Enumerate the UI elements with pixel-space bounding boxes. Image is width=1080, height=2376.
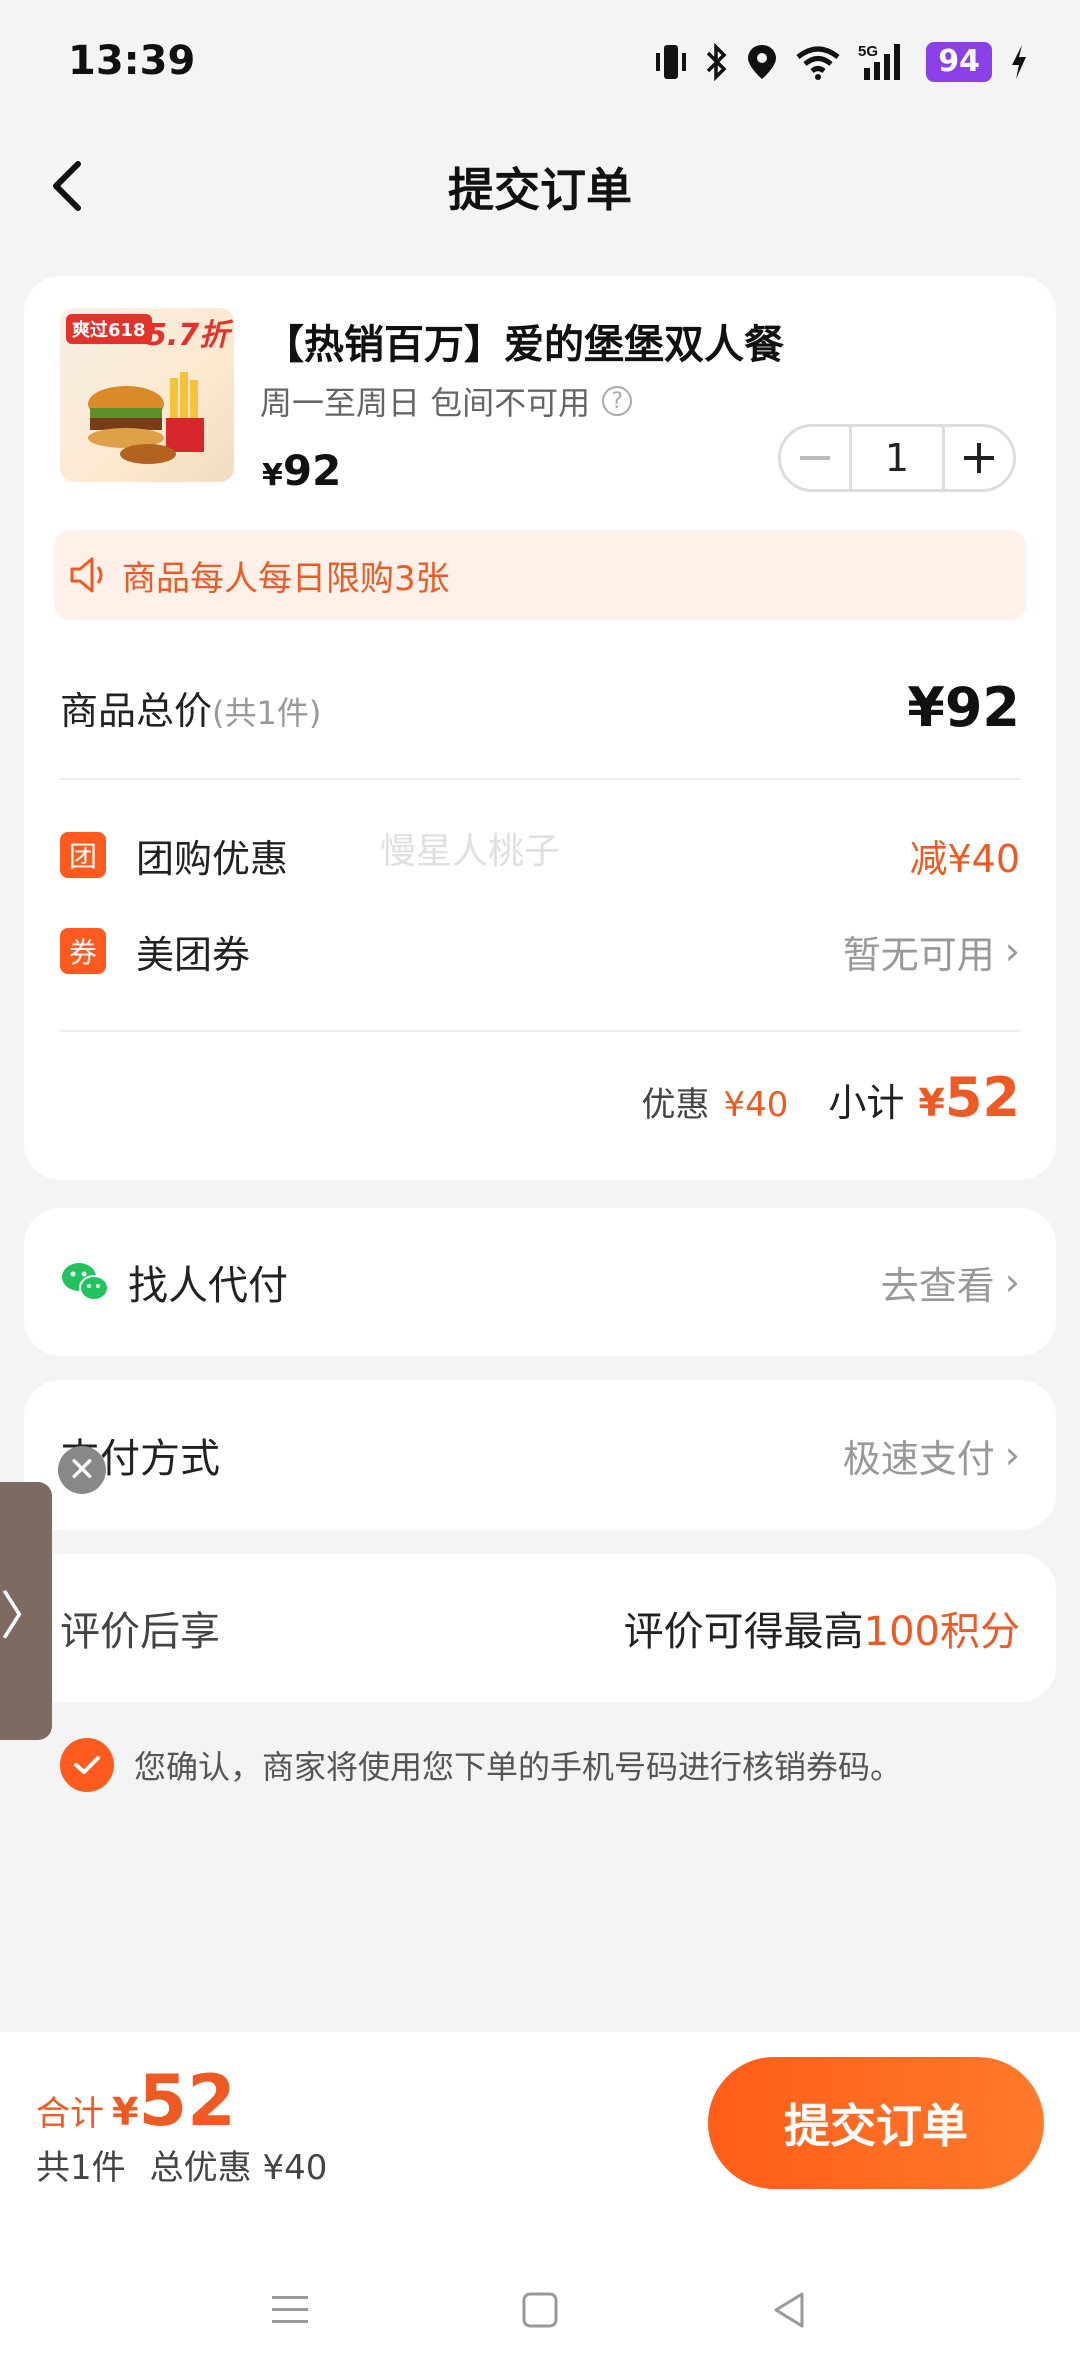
quantity-stepper: 1 xyxy=(778,424,1016,492)
footer-discount: 总优惠 ¥40 xyxy=(149,2148,328,2188)
minus-icon xyxy=(800,456,830,460)
wifi-icon xyxy=(796,46,840,80)
goods-total-price: ¥92 xyxy=(907,675,1020,739)
location-icon xyxy=(748,45,777,79)
divider xyxy=(60,1030,1020,1032)
home-icon[interactable] xyxy=(520,2290,560,2330)
product-price-value: 92 xyxy=(282,446,342,495)
footer-total-symbol: ¥ xyxy=(112,2090,139,2134)
page-title: 提交订单 xyxy=(448,163,632,217)
coupon-label: 美团券 xyxy=(136,932,251,977)
goods-total-count: (共1件) xyxy=(212,693,322,732)
battery-level: 94 xyxy=(926,42,992,82)
subtotal-label: 小计 xyxy=(828,1081,905,1125)
footer-total: 合计 ¥ 52 xyxy=(36,2060,236,2142)
product-subtitle: 周一至周日 包间不可用 xyxy=(260,384,591,422)
status-time: 13:39 xyxy=(68,38,196,84)
goods-total-row: 商品总价(共1件) ¥92 xyxy=(60,672,1020,742)
submit-order-button[interactable]: 提交订单 xyxy=(708,2057,1044,2189)
menu-icon[interactable] xyxy=(270,2290,310,2330)
burger-meal-illustration xyxy=(88,372,204,464)
product-price-symbol: ¥ xyxy=(262,458,283,493)
close-icon: ✕ xyxy=(67,1450,97,1490)
quantity-value[interactable]: 1 xyxy=(849,427,945,489)
pay-for-me-label: 找人代付 xyxy=(128,1263,288,1309)
chevron-right-icon: 〉 xyxy=(0,1586,53,1647)
speaker-icon xyxy=(70,557,103,593)
order-card: 爽过618 5.7折 【热销百万】爱的堡堡双人餐 周一至周日 包间不可用 ? ¥… xyxy=(24,276,1056,1180)
coupon-tag-icon: 券 xyxy=(60,928,106,974)
group-tag-icon: 团 xyxy=(60,832,106,878)
charging-icon xyxy=(1012,45,1026,79)
group-discount-label: 团购优惠 xyxy=(136,836,289,881)
review-points: 100积分 xyxy=(863,1609,1020,1655)
chevron-right-icon: › xyxy=(1004,1433,1020,1477)
decrease-button[interactable] xyxy=(781,427,849,489)
increase-button[interactable] xyxy=(945,427,1013,489)
review-prefix: 评价可得最高 xyxy=(623,1609,864,1655)
product-image[interactable]: 爽过618 5.7折 xyxy=(60,308,234,482)
review-reward-card: 评价后享 评价可得最高100积分 xyxy=(24,1554,1056,1702)
coupon-value: 暂无可用 xyxy=(842,932,995,977)
vibrate-icon xyxy=(656,45,687,79)
product-image-discount: 5.7折 xyxy=(146,318,230,353)
review-label: 评价后享 xyxy=(60,1609,220,1655)
pay-for-me-card[interactable]: 找人代付 去查看 › xyxy=(24,1208,1056,1356)
group-discount-value: 减¥40 xyxy=(909,836,1020,881)
watermark: 慢星人桃子 xyxy=(380,831,561,872)
consent-text: 您确认，商家将使用您下单的手机号码进行核销券码。 xyxy=(134,1748,903,1786)
subtotal-row: 优惠 ¥40 小计 ¥52 xyxy=(641,1066,1020,1129)
payment-method-value: 极速支付 xyxy=(842,1436,995,1481)
side-drawer-handle[interactable]: 〉 xyxy=(0,1482,52,1740)
review-reward-row: 评价后享 评价可得最高100积分 xyxy=(60,1554,1020,1702)
pay-for-me-action: 去查看 xyxy=(880,1263,995,1308)
back-triangle-icon[interactable] xyxy=(770,2290,810,2330)
coupon-row[interactable]: 券 美团券 暂无可用 › xyxy=(60,918,1020,984)
discount-label: 优惠 xyxy=(641,1085,710,1125)
svg-text:5G: 5G xyxy=(858,43,878,60)
subtotal-symbol: ¥ xyxy=(918,1081,945,1125)
consent-checkbox[interactable] xyxy=(60,1738,114,1792)
product-price: ¥92 xyxy=(262,446,341,495)
status-bar: 13:39 5G 94 xyxy=(0,0,1080,120)
purchase-limit-notice: 商品每人每日限购3张 xyxy=(54,530,1026,620)
chevron-right-icon: › xyxy=(1004,1260,1020,1304)
product-subtitle-row: 周一至周日 包间不可用 ? xyxy=(260,378,633,424)
footer-count: 共1件 xyxy=(36,2148,126,2188)
consent-row: 您确认，商家将使用您下单的手机号码进行核销券码。 xyxy=(60,1738,902,1792)
signal-5g-icon: 5G xyxy=(858,43,901,80)
chevron-right-icon: › xyxy=(1004,929,1020,973)
footer-summary: 共1件 总优惠 ¥40 xyxy=(36,2140,327,2189)
check-icon xyxy=(74,1756,100,1774)
footer-total-value: 52 xyxy=(138,2060,236,2142)
purchase-limit-text: 商品每人每日限购3张 xyxy=(122,558,450,599)
payment-method-row: 支付方式 极速支付 › xyxy=(60,1380,1020,1530)
plus-icon xyxy=(964,443,994,473)
discount-value: ¥40 xyxy=(723,1085,789,1125)
divider xyxy=(60,778,1020,780)
goods-total-label: 商品总价 xyxy=(60,688,213,733)
product-image-badge: 爽过618 xyxy=(66,314,152,344)
bluetooth-icon xyxy=(707,43,727,81)
close-floating-button[interactable]: ✕ xyxy=(58,1446,106,1494)
subtotal-value: 52 xyxy=(944,1066,1020,1129)
system-nav-bar xyxy=(0,2260,1080,2360)
wechat-icon xyxy=(62,1263,109,1301)
help-icon[interactable]: ? xyxy=(602,386,633,416)
status-icons: 5G 94 xyxy=(654,42,1030,82)
product-name: 【热销百万】爱的堡堡双人餐 xyxy=(264,322,784,368)
pay-for-me-row: 找人代付 去查看 › xyxy=(60,1208,1020,1356)
footer-total-label: 合计 xyxy=(36,2094,104,2134)
payment-method-card[interactable]: 支付方式 极速支付 › xyxy=(24,1380,1056,1530)
